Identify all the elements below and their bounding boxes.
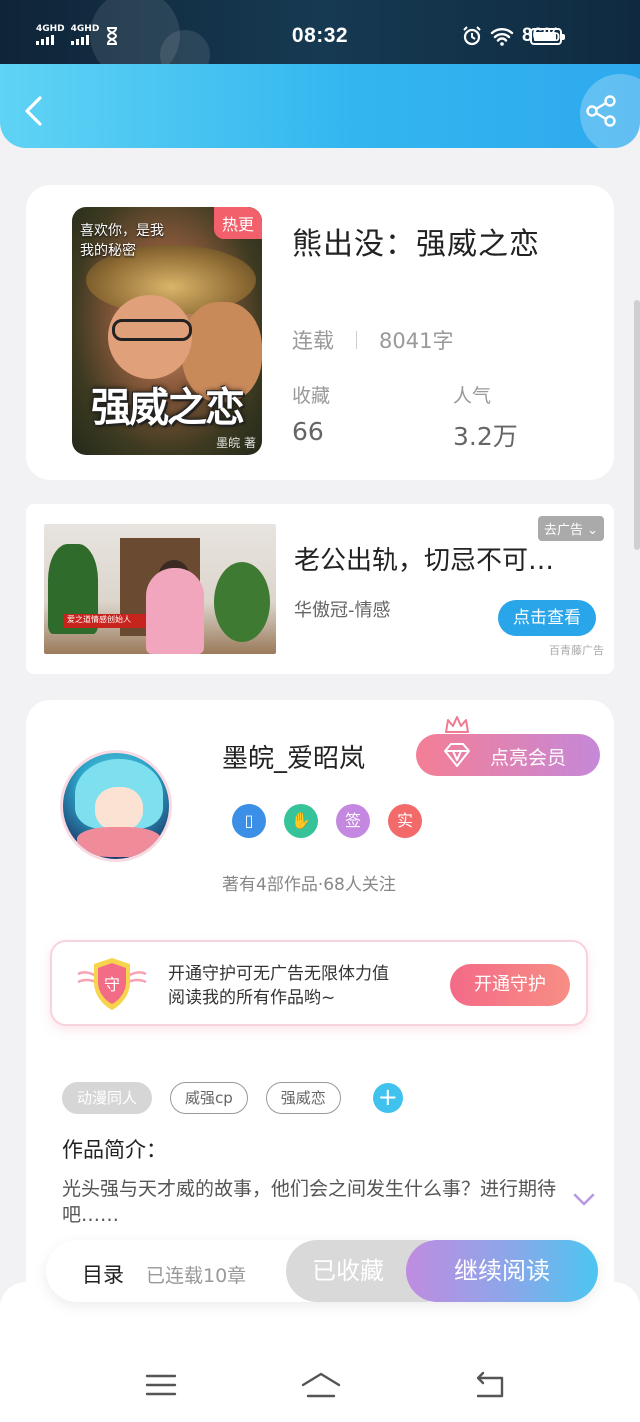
add-tag-button[interactable]: + [372, 1083, 403, 1113]
remove-ad-button[interactable]: 去广告 ⌄ [537, 516, 604, 541]
diamond-icon [444, 743, 470, 767]
tag-item[interactable]: 动漫同人 [62, 1082, 153, 1114]
back-icon[interactable] [18, 94, 52, 128]
cover-caption: 喜欢你，是我 我的秘密 [80, 223, 164, 259]
top-header [0, 64, 640, 148]
share-icon[interactable] [584, 94, 618, 128]
author-card: 墨皖_爱昭岚 点亮会员 ▯ ✋ 签 实 著有4部作品·68人关注 守 开通守护可… [26, 700, 614, 1320]
book-cover[interactable]: 喜欢你，是我 我的秘密 强威之恋 墨皖 著 热更 [72, 207, 262, 455]
popularity-value: 3.2万 [453, 422, 518, 451]
scrollbar[interactable] [634, 300, 640, 550]
menu-icon[interactable] [144, 1370, 178, 1400]
system-nav-bar [0, 1282, 640, 1422]
crown-icon [445, 716, 469, 733]
vip-button-label: 点亮会员 [490, 747, 567, 769]
intro-text: 光头强与天才威的故事，他们会之间发生什么事？进行期待吧…… [62, 1178, 557, 1226]
home-icon[interactable] [300, 1370, 342, 1400]
book-title: 熊出没：强威之恋 [292, 227, 540, 262]
author-meta: 著有4部作品·68人关注 [222, 875, 396, 895]
popularity-label: 人气 [453, 385, 492, 407]
back-nav-icon[interactable] [472, 1370, 506, 1400]
favorites-value: 66 [292, 417, 324, 446]
chevron-down-icon[interactable] [572, 1192, 596, 1208]
reading-action-bar: 目录 已连载10章 已收藏 继续阅读 [46, 1240, 598, 1302]
svg-text:守: 守 [104, 975, 120, 994]
cover-title: 强威之恋 [91, 384, 245, 431]
ad-thumb-banner: 爱之道情感创始人 [64, 614, 146, 628]
book-status-row: 连载 8041字 [292, 325, 453, 355]
ad-card[interactable]: 爱之道情感创始人 老公出轨，切忌不可… 华傲冠-情感 去广告 ⌄ 点击查看 百青… [26, 504, 614, 674]
sign-badge-icon[interactable]: 签 [336, 804, 370, 838]
tag-item[interactable]: 威强cp [170, 1082, 248, 1114]
verified-badge-icon[interactable]: 实 [388, 804, 422, 838]
cover-author-mark: 墨皖 著 [216, 436, 256, 450]
vip-button[interactable]: 点亮会员 [416, 734, 600, 776]
ad-title[interactable]: 老公出轨，切忌不可… [294, 540, 554, 577]
guard-banner[interactable]: 守 开通守护可无广告无限体力值 阅读我的所有作品哟~ 开通守护 [50, 940, 588, 1026]
ad-view-button[interactable]: 点击查看 [498, 600, 596, 636]
word-count: 8041字 [379, 329, 454, 353]
hot-badge: 热更 [213, 207, 262, 239]
wifi-icon [490, 28, 514, 46]
alarm-icon [463, 26, 481, 46]
intro-label: 作品简介： [62, 1138, 167, 1162]
serial-status: 连载 [292, 329, 334, 353]
tag-item[interactable]: 强威恋 [265, 1082, 341, 1114]
ad-thumbnail[interactable]: 爱之道情感创始人 [44, 524, 276, 654]
shield-icon: 守 [77, 958, 147, 1010]
battery-icon [530, 28, 565, 45]
divider [356, 331, 357, 349]
guard-description: 开通守护可无广告无限体力值 阅读我的所有作品哟~ [168, 964, 389, 1008]
ad-source: 华傲冠-情感 [294, 600, 391, 621]
author-avatar[interactable] [60, 750, 172, 862]
chapter-count: 已连载10章 [146, 1265, 247, 1287]
author-name[interactable]: 墨皖_爱昭岚 [222, 738, 365, 775]
favorites-label: 收藏 [292, 385, 331, 407]
author-badges: ▯ ✋ 签 实 [232, 804, 422, 838]
open-guard-button[interactable]: 开通守护 [450, 964, 570, 1006]
tag-list: 动漫同人 威强cp 强威恋 + [62, 1082, 403, 1114]
book-info-card: 喜欢你，是我 我的秘密 强威之恋 墨皖 著 热更 熊出没：强威之恋 连载 804… [26, 185, 614, 480]
toc-button[interactable]: 目录 [82, 1259, 124, 1289]
ad-brand: 百青藤广告 [549, 644, 604, 657]
handshake-badge-icon[interactable]: ✋ [284, 804, 318, 838]
continue-reading-button[interactable]: 继续阅读 [406, 1240, 598, 1302]
status-bar: 4GHD 4GHD 08:32 86% [0, 0, 640, 64]
phone-badge-icon[interactable]: ▯ [232, 804, 266, 838]
